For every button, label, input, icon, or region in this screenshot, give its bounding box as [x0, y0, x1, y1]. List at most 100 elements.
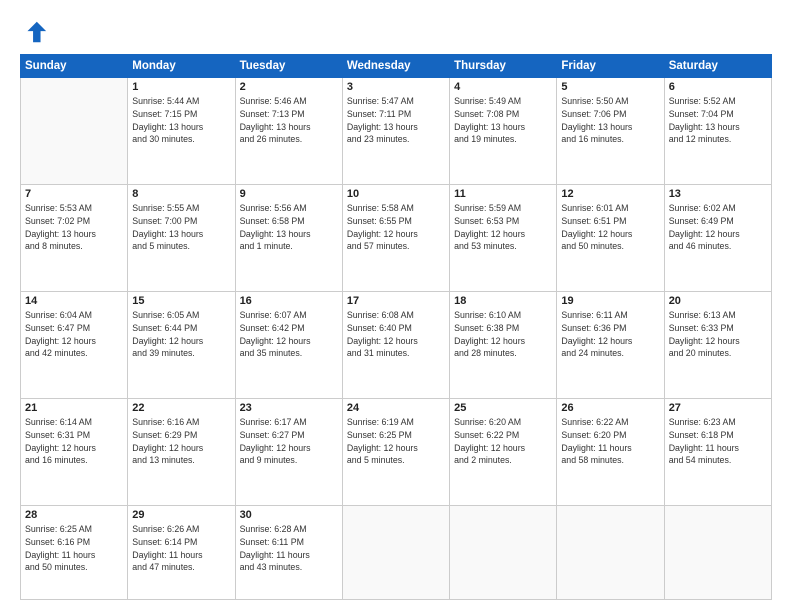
day-info: Sunrise: 6:10 AM Sunset: 6:38 PM Dayligh…	[454, 309, 552, 360]
calendar-day-cell: 13 Sunrise: 6:02 AM Sunset: 6:49 PM Dayli…	[664, 185, 771, 292]
calendar-day-cell: 11 Sunrise: 5:59 AM Sunset: 6:53 PM Dayli…	[450, 185, 557, 292]
calendar-week-row: 21Sunrise: 6:14 AM Sunset: 6:31 PM Dayli…	[21, 399, 772, 506]
calendar-week-row: 1 Sunrise: 5:44 AM Sunset: 7:15 PM Daylig…	[21, 78, 772, 185]
calendar-week-row: 14 Sunrise: 6:04 AM Sunset: 6:47 PM Dayli…	[21, 292, 772, 399]
calendar-day-cell: 24 Sunrise: 6:19 AM Sunset: 6:25 PM Dayli…	[342, 399, 449, 506]
calendar-day-cell: 12 Sunrise: 6:01 AM Sunset: 6:51 PM Dayli…	[557, 185, 664, 292]
calendar-day-cell: 17 Sunrise: 6:08 AM Sunset: 6:40 PM Dayli…	[342, 292, 449, 399]
day-info: Sunrise: 6:16 AM Sunset: 6:29 PM Dayligh…	[132, 416, 230, 467]
day-info: Sunrise: 6:07 AM Sunset: 6:42 PM Dayligh…	[240, 309, 338, 360]
day-number: 18	[454, 295, 552, 307]
calendar-day-cell	[664, 506, 771, 600]
day-number: 12	[561, 188, 659, 200]
day-number: 26	[561, 402, 659, 414]
calendar-week-row: 28 Sunrise: 6:25 AM Sunset: 6:16 PM Dayli…	[21, 506, 772, 600]
calendar-week-row: 7 Sunrise: 5:53 AM Sunset: 7:02 PM Daylig…	[21, 185, 772, 292]
day-info: Sunrise: 6:05 AM Sunset: 6:44 PM Dayligh…	[132, 309, 230, 360]
day-number: 24	[347, 402, 445, 414]
day-number: 7	[25, 188, 123, 200]
day-number: 19	[561, 295, 659, 307]
day-info: Sunrise: 5:58 AM Sunset: 6:55 PM Dayligh…	[347, 202, 445, 253]
day-info: Sunrise: 5:53 AM Sunset: 7:02 PM Dayligh…	[25, 202, 123, 253]
weekday-header: Tuesday	[235, 55, 342, 78]
day-number: 17	[347, 295, 445, 307]
page: SundayMondayTuesdayWednesdayThursdayFrid…	[0, 0, 792, 612]
calendar-day-cell: 16 Sunrise: 6:07 AM Sunset: 6:42 PM Dayli…	[235, 292, 342, 399]
calendar-day-cell: 10Sunrise: 5:58 AM Sunset: 6:55 PM Dayli…	[342, 185, 449, 292]
logo-icon	[20, 18, 48, 46]
weekday-header: Thursday	[450, 55, 557, 78]
calendar-day-cell: 19Sunrise: 6:11 AM Sunset: 6:36 PM Dayli…	[557, 292, 664, 399]
calendar-day-cell	[342, 506, 449, 600]
day-number: 29	[132, 509, 230, 521]
day-info: Sunrise: 6:01 AM Sunset: 6:51 PM Dayligh…	[561, 202, 659, 253]
calendar-day-cell: 4 Sunrise: 5:49 AM Sunset: 7:08 PM Daylig…	[450, 78, 557, 185]
day-number: 22	[132, 402, 230, 414]
day-info: Sunrise: 6:13 AM Sunset: 6:33 PM Dayligh…	[669, 309, 767, 360]
day-info: Sunrise: 5:49 AM Sunset: 7:08 PM Dayligh…	[454, 95, 552, 146]
calendar-day-cell: 6 Sunrise: 5:52 AM Sunset: 7:04 PM Daylig…	[664, 78, 771, 185]
calendar-day-cell: 20 Sunrise: 6:13 AM Sunset: 6:33 PM Dayli…	[664, 292, 771, 399]
calendar-day-cell: 27 Sunrise: 6:23 AM Sunset: 6:18 PM Dayli…	[664, 399, 771, 506]
day-info: Sunrise: 6:04 AM Sunset: 6:47 PM Dayligh…	[25, 309, 123, 360]
header	[20, 18, 772, 46]
day-info: Sunrise: 6:23 AM Sunset: 6:18 PM Dayligh…	[669, 416, 767, 467]
calendar-day-cell: 2 Sunrise: 5:46 AM Sunset: 7:13 PM Daylig…	[235, 78, 342, 185]
day-info: Sunrise: 6:02 AM Sunset: 6:49 PM Dayligh…	[669, 202, 767, 253]
calendar-day-cell: 23 Sunrise: 6:17 AM Sunset: 6:27 PM Dayli…	[235, 399, 342, 506]
calendar-day-cell: 30Sunrise: 6:28 AM Sunset: 6:11 PM Dayli…	[235, 506, 342, 600]
day-number: 11	[454, 188, 552, 200]
day-number: 5	[561, 81, 659, 93]
calendar-day-cell: 9Sunrise: 5:56 AM Sunset: 6:58 PM Daylig…	[235, 185, 342, 292]
day-info: Sunrise: 5:55 AM Sunset: 7:00 PM Dayligh…	[132, 202, 230, 253]
day-info: Sunrise: 5:50 AM Sunset: 7:06 PM Dayligh…	[561, 95, 659, 146]
header-row: SundayMondayTuesdayWednesdayThursdayFrid…	[21, 55, 772, 78]
day-info: Sunrise: 6:19 AM Sunset: 6:25 PM Dayligh…	[347, 416, 445, 467]
calendar-day-cell: 8Sunrise: 5:55 AM Sunset: 7:00 PM Daylig…	[128, 185, 235, 292]
calendar-day-cell: 26 Sunrise: 6:22 AM Sunset: 6:20 PM Dayli…	[557, 399, 664, 506]
day-number: 20	[669, 295, 767, 307]
calendar-day-cell: 3Sunrise: 5:47 AM Sunset: 7:11 PM Daylig…	[342, 78, 449, 185]
calendar-day-cell: 5 Sunrise: 5:50 AM Sunset: 7:06 PM Daylig…	[557, 78, 664, 185]
day-number: 30	[240, 509, 338, 521]
weekday-header: Friday	[557, 55, 664, 78]
day-number: 27	[669, 402, 767, 414]
day-info: Sunrise: 5:59 AM Sunset: 6:53 PM Dayligh…	[454, 202, 552, 253]
day-number: 4	[454, 81, 552, 93]
day-info: Sunrise: 6:14 AM Sunset: 6:31 PM Dayligh…	[25, 416, 123, 467]
calendar-day-cell	[450, 506, 557, 600]
day-number: 2	[240, 81, 338, 93]
day-info: Sunrise: 6:22 AM Sunset: 6:20 PM Dayligh…	[561, 416, 659, 467]
day-info: Sunrise: 6:17 AM Sunset: 6:27 PM Dayligh…	[240, 416, 338, 467]
day-number: 14	[25, 295, 123, 307]
day-info: Sunrise: 6:20 AM Sunset: 6:22 PM Dayligh…	[454, 416, 552, 467]
day-number: 6	[669, 81, 767, 93]
day-info: Sunrise: 6:26 AM Sunset: 6:14 PM Dayligh…	[132, 523, 230, 574]
calendar-day-cell: 21Sunrise: 6:14 AM Sunset: 6:31 PM Dayli…	[21, 399, 128, 506]
day-info: Sunrise: 6:25 AM Sunset: 6:16 PM Dayligh…	[25, 523, 123, 574]
calendar-day-cell: 29 Sunrise: 6:26 AM Sunset: 6:14 PM Dayli…	[128, 506, 235, 600]
weekday-header: Sunday	[21, 55, 128, 78]
weekday-header: Wednesday	[342, 55, 449, 78]
calendar-day-cell: 15 Sunrise: 6:05 AM Sunset: 6:44 PM Dayli…	[128, 292, 235, 399]
calendar-day-cell: 28 Sunrise: 6:25 AM Sunset: 6:16 PM Dayli…	[21, 506, 128, 600]
calendar-day-cell: 22 Sunrise: 6:16 AM Sunset: 6:29 PM Dayli…	[128, 399, 235, 506]
day-number: 16	[240, 295, 338, 307]
day-number: 13	[669, 188, 767, 200]
day-number: 15	[132, 295, 230, 307]
weekday-header: Monday	[128, 55, 235, 78]
day-number: 1	[132, 81, 230, 93]
logo	[20, 18, 50, 46]
calendar-day-cell: 18 Sunrise: 6:10 AM Sunset: 6:38 PM Dayli…	[450, 292, 557, 399]
day-info: Sunrise: 5:52 AM Sunset: 7:04 PM Dayligh…	[669, 95, 767, 146]
weekday-header: Saturday	[664, 55, 771, 78]
day-info: Sunrise: 5:44 AM Sunset: 7:15 PM Dayligh…	[132, 95, 230, 146]
day-info: Sunrise: 5:47 AM Sunset: 7:11 PM Dayligh…	[347, 95, 445, 146]
day-number: 23	[240, 402, 338, 414]
day-number: 9	[240, 188, 338, 200]
day-info: Sunrise: 5:46 AM Sunset: 7:13 PM Dayligh…	[240, 95, 338, 146]
day-number: 28	[25, 509, 123, 521]
day-info: Sunrise: 6:08 AM Sunset: 6:40 PM Dayligh…	[347, 309, 445, 360]
calendar-day-cell: 7 Sunrise: 5:53 AM Sunset: 7:02 PM Daylig…	[21, 185, 128, 292]
calendar-day-cell: 1 Sunrise: 5:44 AM Sunset: 7:15 PM Daylig…	[128, 78, 235, 185]
